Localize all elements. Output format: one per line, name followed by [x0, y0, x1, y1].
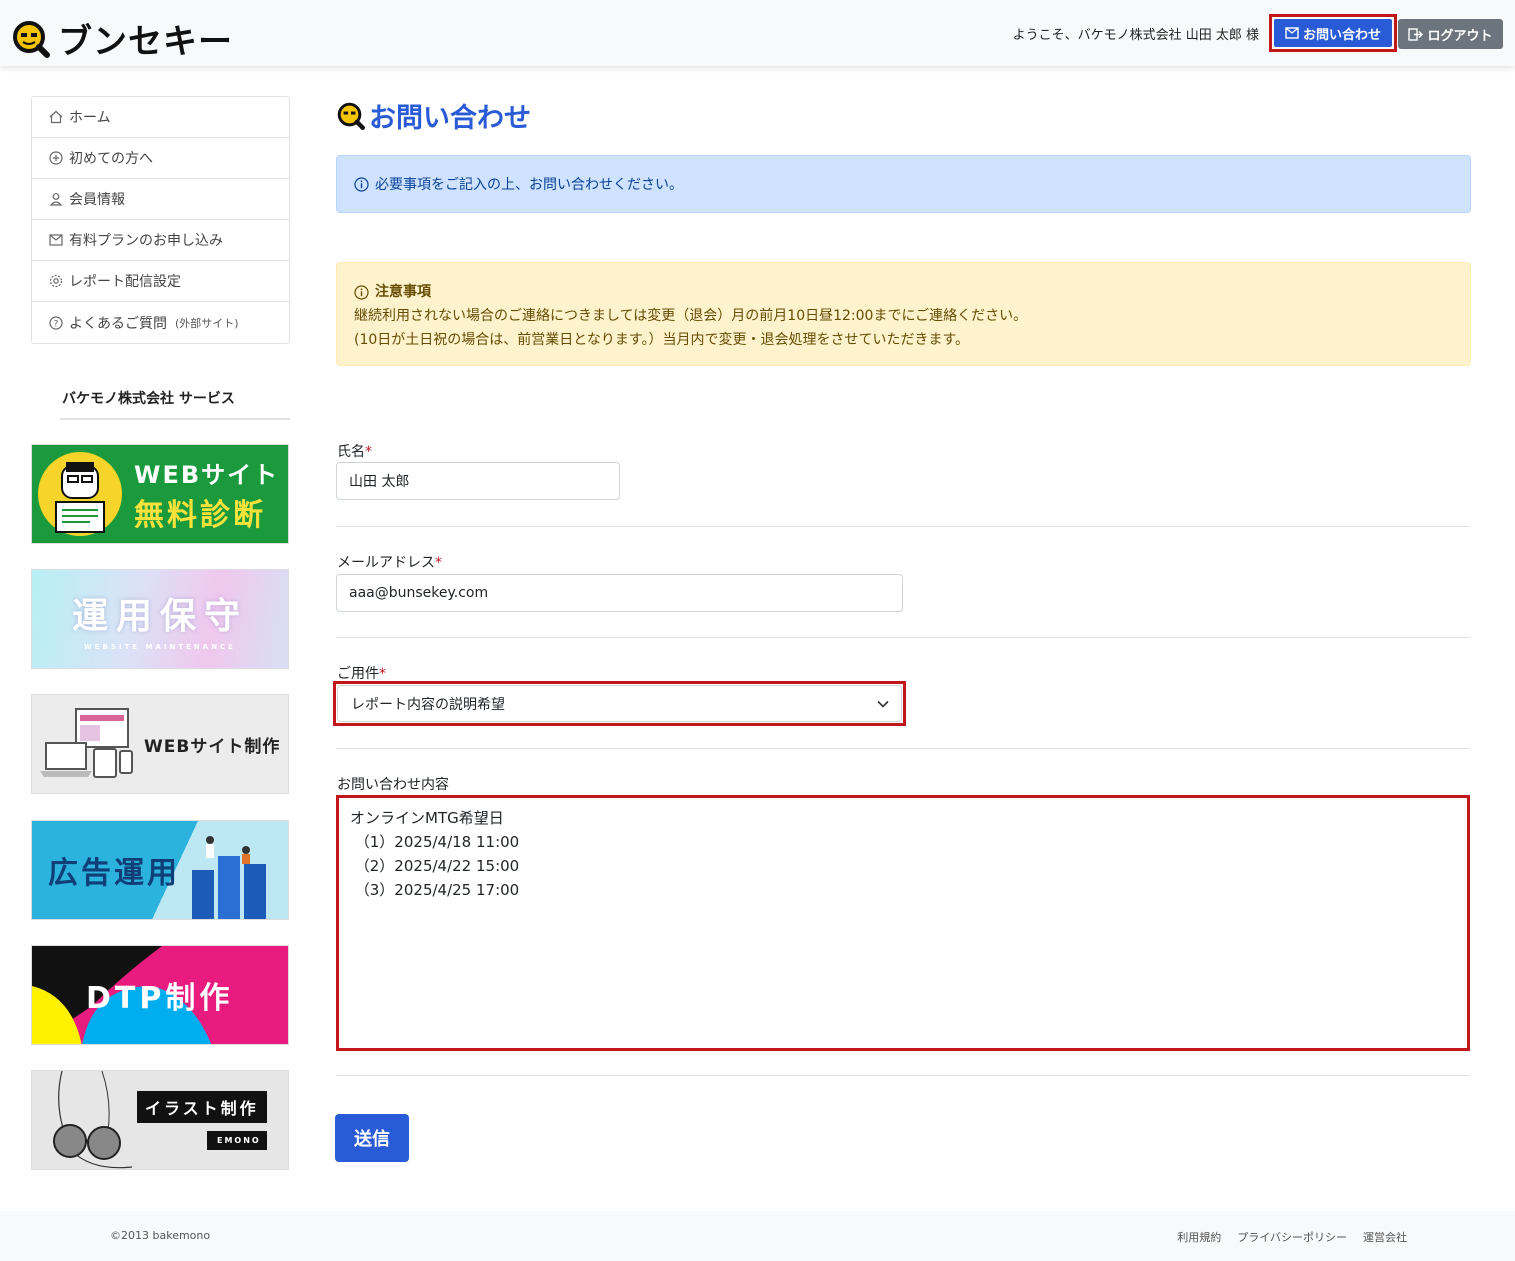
subject-select[interactable]: レポート内容の説明希望 — [337, 685, 902, 722]
banner-line1: WEBサイト — [134, 460, 280, 489]
notice-heading: 注意事項 — [354, 280, 1453, 304]
logo-text: ブンセキー — [58, 22, 233, 62]
header-contact-label: お問い合わせ — [1302, 27, 1381, 43]
logo-mark-icon — [13, 20, 50, 58]
logout-button[interactable]: ログアウト — [1398, 19, 1503, 49]
svg-text:?: ? — [53, 319, 58, 329]
divider — [336, 526, 1470, 527]
sidebar-nav: ホーム 初めての方へ 会員情報 有料プランのお申し込み レポート配信設定 ? よ… — [31, 96, 290, 344]
footer: ©2013 bakemono 利用規約 プライバシーポリシー 運営会社 — [0, 1211, 1515, 1261]
required-mark: * — [435, 555, 442, 571]
name-input[interactable]: 山田 太郎 — [336, 462, 620, 500]
envelope-icon — [48, 233, 63, 248]
body-label: お問い合わせ内容 — [337, 777, 449, 793]
notice-line-2: (10日が土日祝の場合は、前営業日となります。）当月内で変更・退会処理をさせてい… — [354, 332, 970, 348]
home-icon — [48, 110, 63, 125]
name-label: 氏名* — [337, 444, 372, 460]
sidebar-item-faq[interactable]: ? よくあるご質問 (外部サイト) — [32, 302, 289, 343]
subject-label: ご用件* — [337, 666, 386, 682]
banner-line1: WEBサイト制作 — [144, 736, 281, 757]
sidebar-item-home[interactable]: ホーム — [32, 97, 289, 138]
banner-line2: 無料診断 — [134, 497, 266, 533]
info-circle-icon — [354, 176, 369, 192]
body-textarea[interactable]: オンラインMTG希望日 （1）2025/4/18 11:00 （2）2025/4… — [339, 798, 1467, 1048]
banner-web-diagnosis[interactable]: WEBサイト 無料診断 — [31, 444, 289, 544]
page-title-text: お問い合わせ — [369, 103, 531, 134]
logout-label: ログアウト — [1427, 28, 1493, 44]
sidebar-item-first-time[interactable]: 初めての方へ — [32, 138, 289, 179]
divider — [336, 637, 1470, 638]
divider — [336, 748, 1470, 749]
logo[interactable]: ブンセキー — [12, 14, 233, 63]
footer-links: 利用規約 プライバシーポリシー 運営会社 — [1177, 1229, 1407, 1245]
subject-selected-value: レポート内容の説明希望 — [351, 696, 505, 713]
sidebar-item-member-info[interactable]: 会員情報 — [32, 179, 289, 220]
sidebar-item-label: レポート配信設定 — [69, 274, 181, 290]
question-circle-icon: ? — [48, 315, 63, 330]
copyright: ©2013 bakemono — [110, 1229, 211, 1242]
banner-line2: WEBSITE MAINTENANCE — [84, 643, 236, 651]
required-mark: * — [365, 444, 372, 460]
footer-link-terms[interactable]: 利用規約 — [1177, 1229, 1221, 1245]
banner-line1: DTP制作 — [86, 981, 234, 1016]
sidebar-item-report-settings[interactable]: レポート配信設定 — [32, 261, 289, 302]
face-sketch-illustration — [53, 1071, 133, 1169]
sidebar-item-paid-plan[interactable]: 有料プランのお申し込み — [32, 220, 289, 261]
subject-select-highlight: レポート内容の説明希望 — [333, 681, 906, 726]
character-illustration — [38, 452, 122, 536]
divider — [336, 1075, 1470, 1076]
header-contact-button[interactable]: お問い合わせ — [1269, 14, 1397, 52]
external-site-note: (外部サイト) — [175, 316, 239, 330]
banner-line1: 広告運用 — [48, 856, 180, 891]
sidebar-item-label: 有料プランのお申し込み — [69, 233, 223, 249]
banner-line1: 運用保守 — [71, 596, 248, 637]
info-circle-icon — [354, 284, 369, 300]
sidebar-item-label: よくあるご質問 — [69, 315, 167, 332]
logout-icon — [1408, 27, 1424, 41]
required-mark: * — [379, 666, 386, 682]
gear-icon — [48, 274, 63, 289]
sidebar-item-label: 初めての方へ — [69, 151, 153, 167]
banner-illustration-production[interactable]: イラスト制作 EMONO — [31, 1070, 289, 1170]
envelope-icon — [1285, 27, 1299, 39]
submit-button[interactable]: 送信 — [335, 1114, 409, 1162]
footer-link-company[interactable]: 運営会社 — [1363, 1229, 1407, 1245]
logo-mark-icon — [337, 102, 365, 130]
person-icon — [48, 192, 63, 207]
welcome-text: ようこそ、バケモノ株式会社 山田 太郎 様 — [1012, 28, 1259, 43]
sidebar-item-label: ホーム — [69, 110, 111, 126]
notice-alert: 注意事項 継続利用されない場合のご連絡につきましては変更（退会）月の前月10日昼… — [336, 262, 1471, 366]
banner-line2: EMONO — [207, 1131, 267, 1150]
devices-illustration — [40, 708, 133, 778]
banner-ad-operation[interactable]: 広告運用 — [31, 820, 289, 920]
chevron-down-icon — [877, 700, 889, 708]
banner-line1: イラスト制作 — [137, 1091, 267, 1123]
banner-maintenance[interactable]: 運用保守 WEBSITE MAINTENANCE — [31, 569, 289, 669]
info-alert: 必要事項をご記入の上、お問い合わせください。 — [336, 155, 1471, 213]
footer-link-privacy[interactable]: プライバシーポリシー — [1237, 1229, 1347, 1245]
page-title: お問い合わせ — [337, 96, 531, 135]
sidebar-item-label: 会員情報 — [69, 192, 125, 208]
plus-circle-icon — [48, 151, 63, 166]
top-header: ブンセキー ようこそ、バケモノ株式会社 山田 太郎 様 お問い合わせ ログアウト — [0, 0, 1515, 66]
banner-website-production[interactable]: WEBサイト制作 — [31, 694, 289, 794]
service-section-title: バケモノ株式会社 サービス — [60, 388, 290, 420]
info-alert-text: 必要事項をご記入の上、お問い合わせください。 — [375, 177, 683, 193]
bar-figures-illustration — [192, 836, 266, 919]
banner-dtp-production[interactable]: DTP制作 — [31, 945, 289, 1045]
notice-line-1: 継続利用されない場合のご連絡につきましては変更（退会）月の前月10日昼12:00… — [354, 308, 1028, 324]
body-textarea-highlight: オンラインMTG希望日 （1）2025/4/18 11:00 （2）2025/4… — [336, 795, 1470, 1051]
email-input[interactable]: aaa@bunsekey.com — [336, 574, 903, 612]
email-label: メールアドレス* — [337, 555, 442, 571]
